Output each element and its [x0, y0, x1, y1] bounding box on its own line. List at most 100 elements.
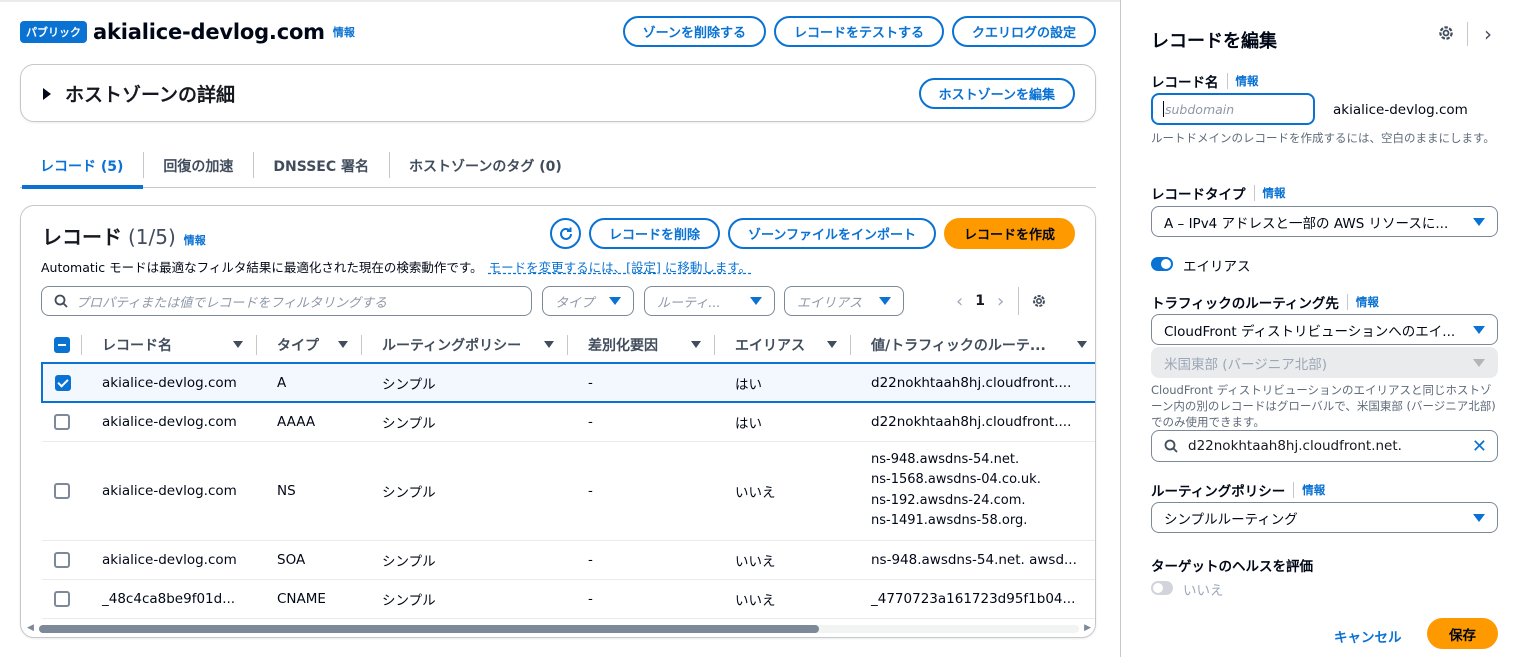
- table-row[interactable]: _48c4ca8be9f01d... CNAME シンプル - いいえ _477…: [42, 579, 1095, 619]
- col-value[interactable]: 値/トラフィックのルーテ...: [851, 327, 1095, 364]
- record-search-input[interactable]: プロパティまたは値でレコードをフィルタリングする: [41, 286, 532, 316]
- col-differentiator[interactable]: 差別化要因: [568, 327, 715, 364]
- refresh-icon: [559, 227, 572, 240]
- alias-filter[interactable]: エイリアス: [784, 286, 904, 316]
- scroll-left-icon[interactable]: ◀: [27, 623, 34, 633]
- alias-label: エイリアス: [1183, 259, 1251, 275]
- col-record-name[interactable]: レコード名: [82, 327, 257, 364]
- col-routing-policy[interactable]: ルーティングポリシー: [362, 327, 568, 364]
- row-checkbox[interactable]: [54, 590, 70, 607]
- cell-policy: シンプル: [362, 540, 568, 580]
- delete-zone-button[interactable]: ゾーンを削除する: [622, 16, 766, 47]
- select-all-checkbox[interactable]: [54, 336, 70, 353]
- edit-record-panel: レコードを編集 › レコード名 情報 subdomain akialice-de…: [1120, 0, 1520, 657]
- page-number[interactable]: 1: [975, 293, 985, 309]
- traffic-target-select[interactable]: CloudFront ディストリビューションへのエイ...: [1151, 314, 1498, 345]
- chevron-right-icon[interactable]: ›: [1484, 22, 1492, 46]
- tab-recovery[interactable]: 回復の加速: [143, 148, 253, 188]
- col-label: 値/トラフィックのルーテ...: [871, 337, 1046, 354]
- cell-value: ns-948.awsdns-54.net. ns-1568.awsdns-04.…: [851, 441, 1095, 541]
- label-text: レコード名: [1151, 75, 1219, 91]
- scroll-right-icon[interactable]: ▶: [1084, 623, 1091, 633]
- cell-value: _4770723a161723d95f1b04...: [851, 579, 1095, 619]
- alias-toggle[interactable]: [1151, 257, 1173, 271]
- info-link[interactable]: 情報: [1226, 73, 1259, 89]
- record-name-input[interactable]: subdomain: [1151, 93, 1315, 125]
- type-filter[interactable]: タイプ: [542, 286, 634, 316]
- create-record-button[interactable]: レコードを作成: [943, 218, 1075, 249]
- routing-policy-select[interactable]: シンプルルーティング: [1151, 502, 1498, 533]
- records-title: レコード (1/5) 情報: [42, 221, 206, 250]
- region-select: 米国東部 (バージニア北部): [1151, 347, 1498, 378]
- row-checkbox[interactable]: [54, 551, 70, 568]
- records-info-link[interactable]: 情報: [184, 232, 206, 248]
- caret-down-icon: [1473, 217, 1485, 226]
- tab-records[interactable]: レコード (5): [20, 148, 144, 189]
- col-label: 差別化要因: [588, 337, 658, 354]
- public-badge: パブリック: [20, 21, 87, 43]
- scroll-thumb[interactable]: [39, 625, 819, 633]
- refresh-button[interactable]: [550, 218, 581, 249]
- horizontal-scrollbar[interactable]: ◀ ▶: [27, 623, 1091, 633]
- record-name-placeholder: subdomain: [1165, 101, 1235, 117]
- row-checkbox[interactable]: [54, 482, 70, 499]
- cell-alias: いいえ: [715, 540, 851, 580]
- delete-record-button[interactable]: レコードを削除: [589, 218, 721, 249]
- tab-tags[interactable]: ホストゾーンのタグ (0): [389, 148, 582, 188]
- edit-hosted-zone-button[interactable]: ホストゾーンを編集: [918, 78, 1075, 109]
- cancel-button[interactable]: キャンセル: [1334, 626, 1402, 646]
- region-help: CloudFront ディストリビューションのエイリアスと同じホストゾーン内の別…: [1151, 383, 1496, 429]
- health-toggle[interactable]: [1151, 581, 1173, 595]
- domain-suffix: akialice-devlog.com: [1333, 102, 1468, 118]
- row-select-cell: [42, 441, 82, 541]
- caret-down-icon: [750, 297, 762, 305]
- close-icon[interactable]: ✕: [1472, 436, 1487, 457]
- cell-differentiator: -: [568, 402, 715, 442]
- routing-filter[interactable]: ルーティ...: [644, 286, 775, 316]
- table-row[interactable]: akialice-devlog.com AAAA シンプル - はい d22no…: [42, 402, 1095, 442]
- cell-differentiator: -: [568, 362, 715, 403]
- filter-row: プロパティまたは値でレコードをフィルタリングする タイプ ルーティ... エイリ…: [41, 286, 1081, 316]
- import-zone-file-button[interactable]: ゾーンファイルをインポート: [728, 218, 936, 249]
- select-all-cell: [42, 327, 82, 364]
- settings-link[interactable]: モードを変更するには、[設定] に移動します。: [489, 260, 751, 275]
- health-value: いいえ: [1183, 583, 1224, 599]
- info-link[interactable]: 情報: [1346, 294, 1379, 310]
- traffic-label: トラフィックのルーティング先 情報: [1151, 292, 1379, 312]
- table-row[interactable]: akialice-devlog.com NS シンプル - いいえ ns-948…: [42, 441, 1095, 541]
- search-placeholder: プロパティまたは値でレコードをフィルタリングする: [76, 295, 387, 311]
- table-header-row: レコード名 タイプ ルーティングポリシー 差別化要因 エイリアス 値/トラフィッ…: [42, 327, 1095, 364]
- cell-type: SOA: [257, 540, 362, 580]
- table-row[interactable]: akialice-devlog.com A シンプル - はい d22nokht…: [41, 362, 1095, 403]
- row-checkbox[interactable]: [55, 374, 71, 391]
- col-alias[interactable]: エイリアス: [715, 327, 851, 364]
- info-link[interactable]: 情報: [1293, 482, 1325, 498]
- cell-policy: シンプル: [362, 362, 568, 403]
- info-link[interactable]: 情報: [1253, 185, 1286, 201]
- col-label: ルーティングポリシー: [382, 337, 522, 354]
- gear-icon[interactable]: [1031, 293, 1047, 309]
- record-type-select[interactable]: A – IPv4 アドレスと一部の AWS リソースに...: [1151, 206, 1498, 237]
- pager-divider: [1018, 287, 1020, 315]
- cell-value: d22nokhtaah8hj.cloudfront....: [851, 362, 1095, 403]
- record-name-help: ルートドメインのレコードを作成するには、空白のままにします。: [1151, 131, 1495, 145]
- cell-policy: シンプル: [362, 579, 568, 619]
- chevron-right-icon[interactable]: ›: [997, 291, 1004, 312]
- save-button[interactable]: 保存: [1427, 618, 1498, 649]
- tab-dnssec[interactable]: DNSSEC 署名: [253, 148, 389, 188]
- sort-icon: [827, 341, 837, 348]
- details-expander[interactable]: ホストゾーンの詳細: [43, 80, 235, 107]
- gear-icon[interactable]: [1437, 24, 1455, 42]
- caret-down-icon: [1473, 325, 1485, 334]
- cell-record-name: akialice-devlog.com: [82, 540, 257, 580]
- chevron-left-icon[interactable]: ‹: [956, 291, 963, 312]
- test-record-button[interactable]: レコードをテストする: [773, 16, 944, 47]
- table-row[interactable]: akialice-devlog.com SOA シンプル - いいえ ns-94…: [42, 540, 1095, 580]
- col-type[interactable]: タイプ: [257, 327, 362, 364]
- row-checkbox[interactable]: [54, 413, 70, 430]
- query-log-button[interactable]: クエリログの設定: [951, 16, 1096, 47]
- distribution-search-input[interactable]: d22nokhtaah8hj.cloudfront.net. ✕: [1151, 430, 1498, 462]
- info-link[interactable]: 情報: [333, 24, 355, 40]
- records-count: (1/5): [128, 225, 176, 249]
- cell-differentiator: -: [568, 579, 715, 619]
